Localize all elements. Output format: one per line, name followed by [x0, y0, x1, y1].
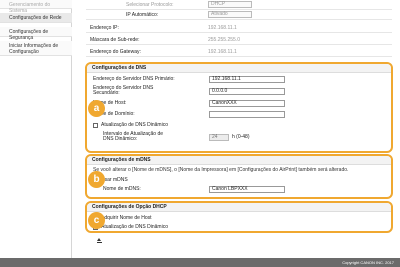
- dhcp-section-title: Configurações de Opção DHCP: [87, 203, 391, 212]
- callout-badge-a: a: [88, 100, 105, 117]
- ip-row: Endereço IP: 192.168.11.1: [86, 23, 392, 33]
- sidebar-item-system-management[interactable]: Gerenciamento do Sistema: [0, 0, 72, 14]
- ip-value: 192.168.11.1: [208, 25, 237, 31]
- dns-interval-input[interactable]: 24: [209, 134, 229, 141]
- gateway-row: Endereço do Gateway: 192.168.11.1: [86, 47, 392, 57]
- footer: Copyright CANON INC. 2017: [0, 258, 400, 267]
- dhcp-option-section: Configurações de Opção DHCP Adquirir Nom…: [85, 201, 393, 233]
- sidebar-item-init-settings[interactable]: Iniciar Informações de Configuração: [0, 41, 72, 56]
- sidebar: Gerenciamento do Sistema Configurações d…: [0, 0, 72, 258]
- auto-ip-label: IP Automático:: [126, 12, 159, 18]
- ip-label: Endereço IP:: [90, 25, 119, 31]
- protocol-select[interactable]: DHCP: [208, 1, 252, 8]
- sidebar-item-security-settings[interactable]: Configurações de Segurança: [0, 27, 72, 41]
- dns-interval-label: Intervalo de Atualização de DNS Dinâmico…: [103, 131, 164, 142]
- gateway-label: Endereço do Gateway:: [90, 49, 141, 55]
- subnet-label: Máscara de Sub-rede:: [90, 37, 140, 43]
- domain-name-row: Nome de Domínio:: [87, 111, 391, 119]
- dhcp-dynamic-dns-label: Atualização de DNS Dinâmico: [101, 224, 168, 230]
- protocol-row: Selecionar Protocolo: DHCP: [86, 0, 392, 10]
- dhcp-dynamic-dns-row[interactable]: Atualização de DNS Dinâmico: [93, 225, 168, 230]
- dns-primary-input[interactable]: 192.168.11.1: [209, 76, 285, 83]
- copyright-text: Copyright CANON INC. 2017: [342, 260, 394, 265]
- mdns-name-row: Nome de mDNS: Canon LBPXXX: [87, 186, 391, 194]
- dns-secondary-input[interactable]: 0.0.0.0: [209, 88, 285, 95]
- dynamic-dns-checkbox[interactable]: [93, 123, 98, 128]
- dns-primary-label: Endereço do Servidor DNS Primário:: [93, 76, 175, 82]
- auto-ip-select[interactable]: Ativado: [208, 11, 252, 18]
- callout-badge-c: c: [88, 212, 105, 229]
- dynamic-dns-label: Atualização de DNS Dinâmico: [101, 122, 168, 128]
- dns-secondary-label: Endereço do Servidor DNS Secundário:: [93, 85, 154, 96]
- dynamic-dns-checkbox-row[interactable]: Atualização de DNS Dinâmico: [93, 123, 168, 128]
- mdns-settings-section: Configurações de mDNS Se você alterar o …: [85, 154, 393, 199]
- domain-name-input[interactable]: [209, 111, 285, 118]
- sidebar-item-network-settings[interactable]: Configurações de Rede: [0, 13, 72, 23]
- mdns-name-label: Nome de mDNS:: [103, 186, 141, 192]
- scroll-to-top-icon[interactable]: [97, 238, 102, 243]
- dns-section-title: Configurações de DNS: [87, 64, 391, 73]
- dns-interval-unit: h (0-48): [232, 134, 250, 140]
- auto-ip-row: IP Automático: Ativado: [86, 10, 392, 20]
- mdns-name-input[interactable]: Canon LBPXXX: [209, 186, 285, 193]
- host-name-row: Nome de Host: CanonXXX: [87, 100, 391, 108]
- main-content: Selecionar Protocolo: DHCP IP Automático…: [74, 0, 400, 258]
- dns-primary-row: Endereço do Servidor DNS Primário: 192.1…: [87, 76, 391, 84]
- callout-badge-b: b: [88, 171, 105, 188]
- dns-secondary-row: Endereço do Servidor DNS Secundário: 0.0…: [87, 86, 391, 97]
- gateway-value: 192.168.11.1: [208, 49, 237, 55]
- subnet-row: Máscara de Sub-rede: 255.255.255.0: [86, 35, 392, 45]
- subnet-value: 255.255.255.0: [208, 37, 240, 43]
- host-name-input[interactable]: CanonXXX: [209, 100, 285, 107]
- use-mdns-label: Usar mDNS: [101, 177, 128, 183]
- mdns-section-title: Configurações de mDNS: [87, 156, 391, 165]
- dns-interval-row: Intervalo de Atualização de DNS Dinâmico…: [87, 132, 391, 144]
- acquire-host-name-label: Adquirir Nome de Host: [101, 215, 152, 221]
- protocol-label: Selecionar Protocolo:: [126, 2, 174, 8]
- dns-settings-section: Configurações de DNS Endereço do Servido…: [85, 62, 393, 153]
- mdns-note: Se você alterar o [Nome de mDNS], o [Nom…: [93, 167, 349, 173]
